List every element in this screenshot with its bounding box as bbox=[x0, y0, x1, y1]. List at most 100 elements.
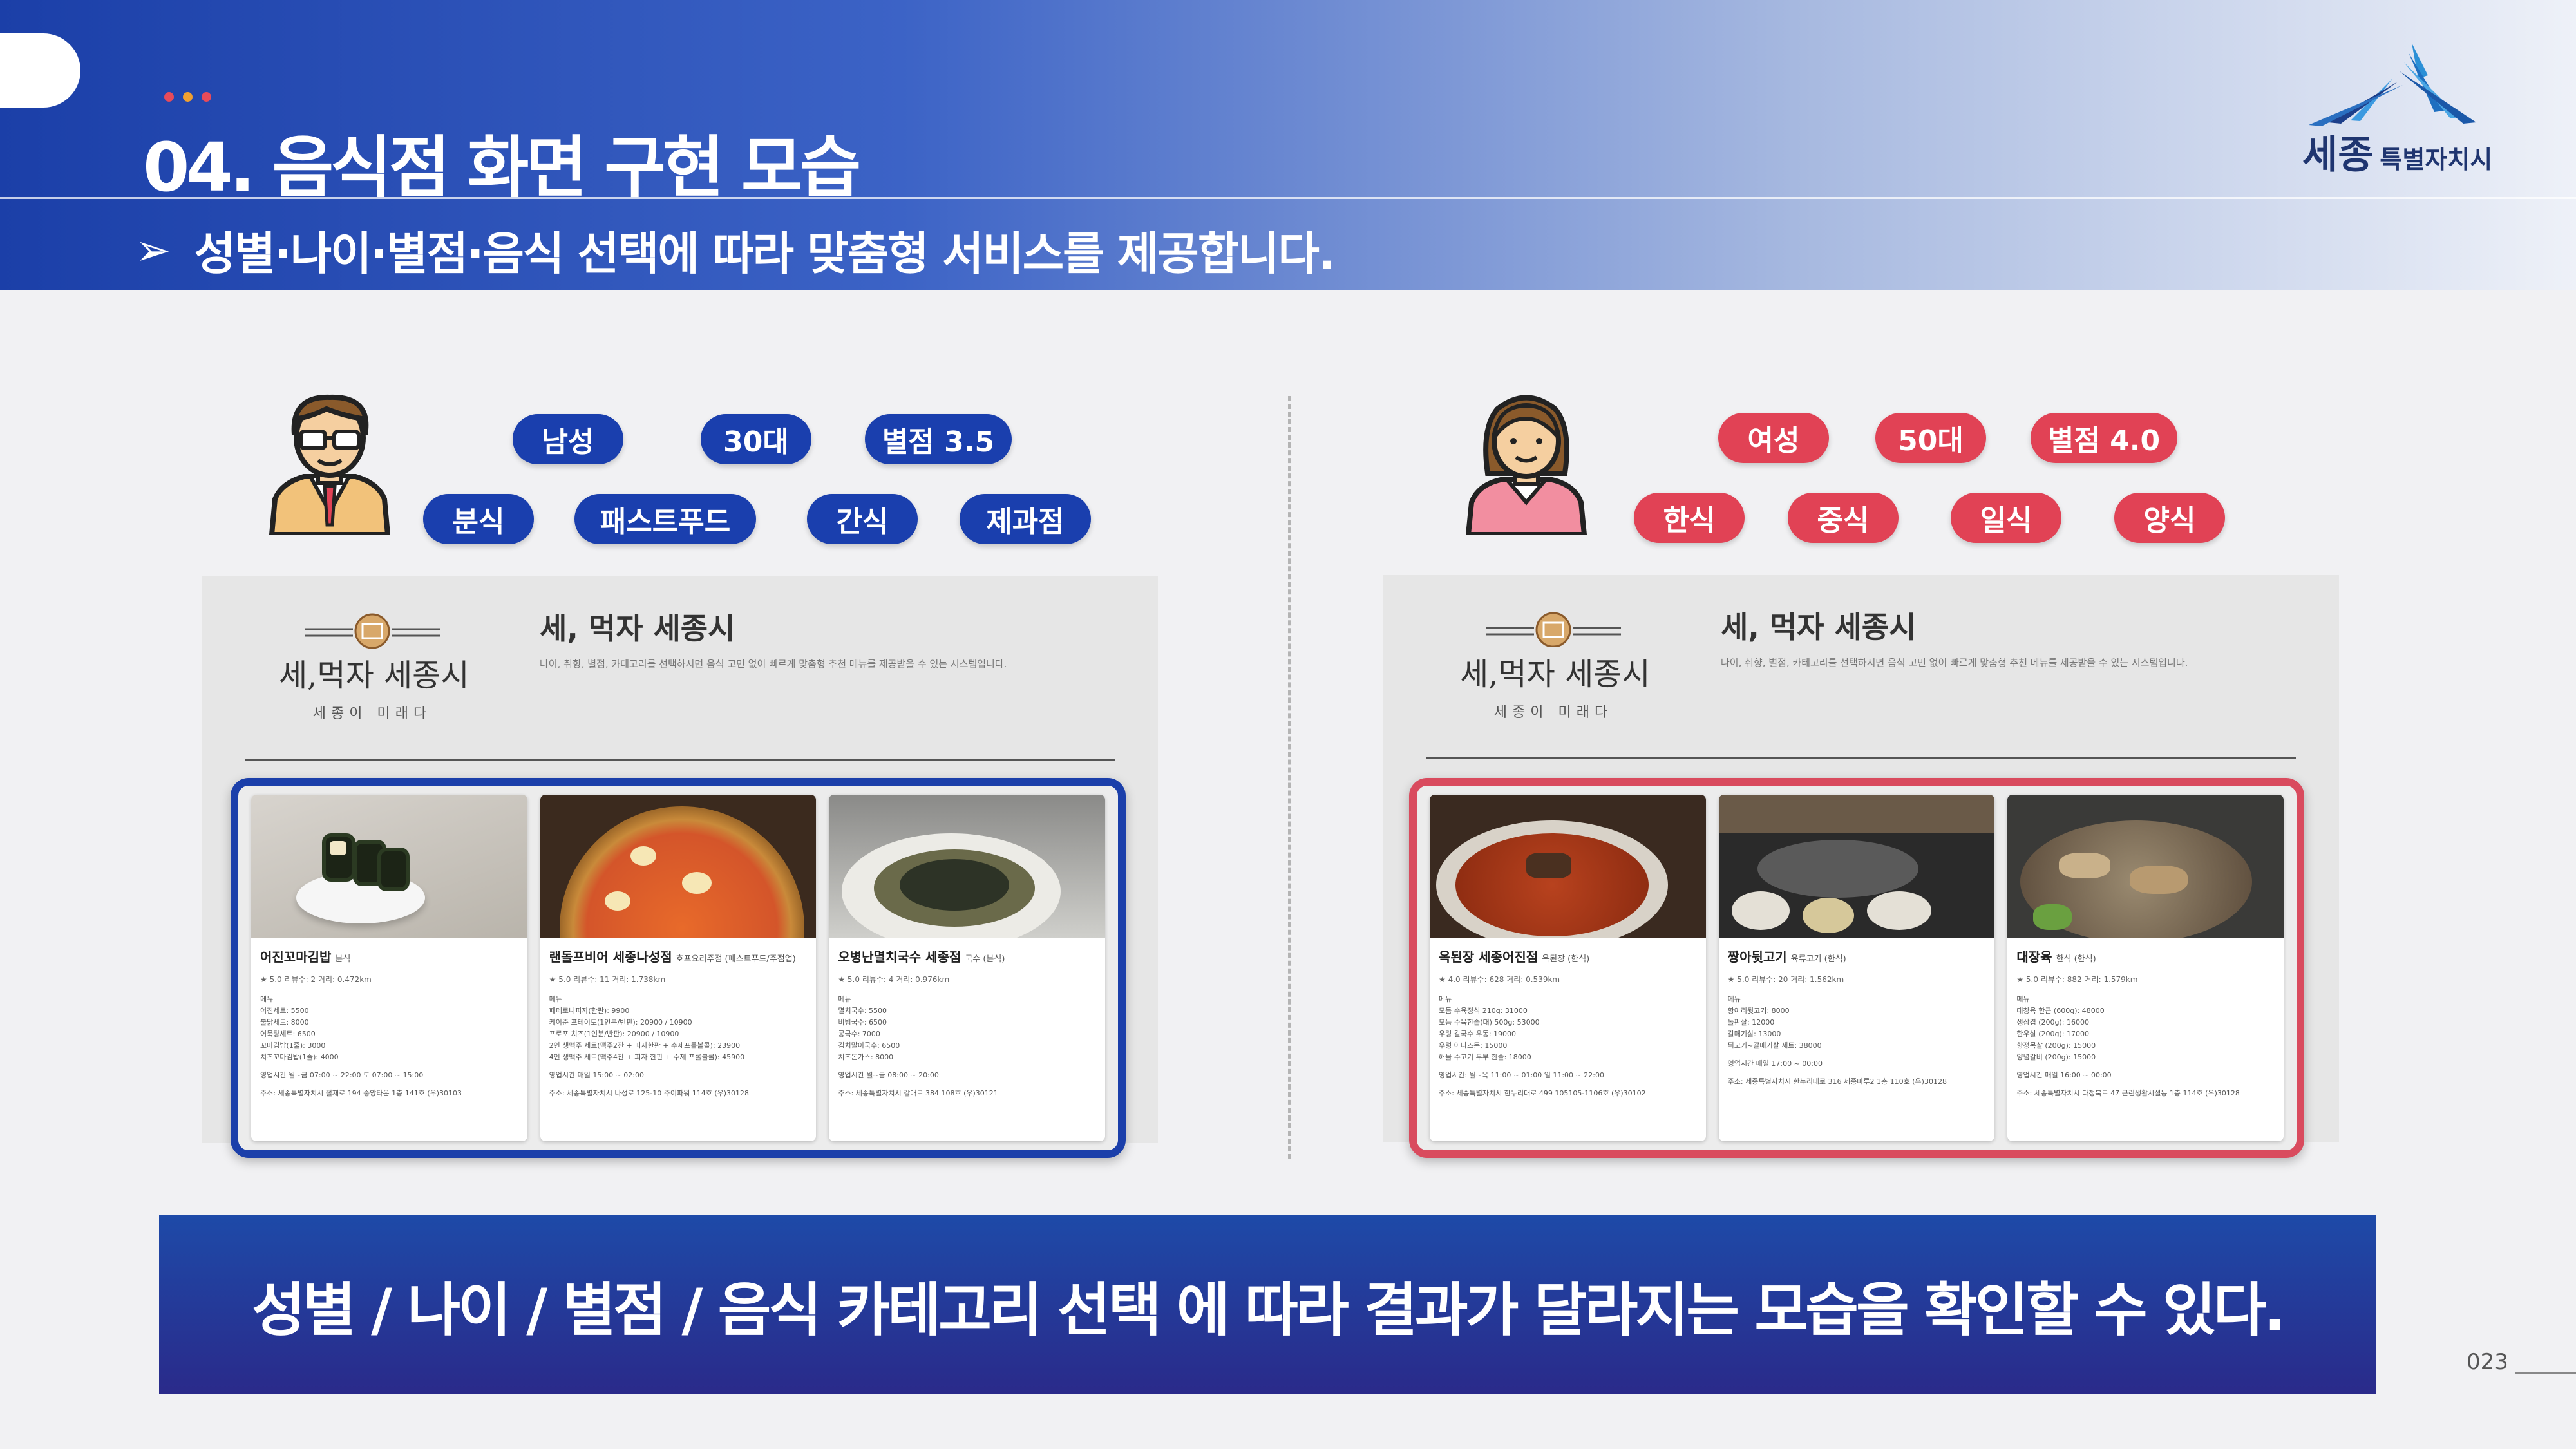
restaurant-address: 주소: 세종특별자치시 다정북로 47 근린생활시설동 1층 114호 (우)3… bbox=[2016, 1089, 2240, 1097]
logo-brand: 세종 bbox=[2302, 133, 2374, 178]
tag-category-japanese[interactable]: 일식 bbox=[1951, 493, 2061, 543]
menu-line: 페페로니피자(한판): 9900 bbox=[549, 1007, 630, 1015]
menu-line: 항아리뒷고기: 8000 bbox=[1727, 1007, 1790, 1015]
menu-line: 비빔국수: 6500 bbox=[838, 1018, 887, 1027]
menu-line: 2인 생맥주 세트(맥주2잔 + 피자한판 + 수제프롤볼콜): 23900 bbox=[549, 1041, 741, 1050]
restaurant-card[interactable]: 어진꼬마김밥 분식 ★ 5.0 리뷰수: 2 거리: 0.472km 메뉴 어진세… bbox=[251, 795, 527, 1141]
menu-line: 모듬 수육한솥(대) 500g: 53000 bbox=[1439, 1018, 1540, 1027]
app-logo-name: 세,먹자 세종시 bbox=[1460, 656, 1651, 692]
restaurant-card[interactable]: 옥된장 세종어진점 옥된장 (한식) ★ 4.0 리뷰수: 628 거리: 0.5… bbox=[1430, 795, 1706, 1141]
restaurant-card[interactable]: 짱아뒷고기 육류고기 (한식) ★ 5.0 리뷰수: 20 거리: 1.562km… bbox=[1718, 795, 1995, 1141]
app-logo-name: 세,먹자 세종시 bbox=[279, 658, 469, 694]
menu-line: 메뉴 bbox=[1439, 995, 1452, 1003]
app-title: 세, 먹자 세종시 bbox=[1721, 610, 1917, 645]
menu-line: 어묵탕세트: 6500 bbox=[260, 1030, 316, 1038]
restaurant-title: 어진꼬마김밥 bbox=[260, 949, 332, 965]
restaurant-title: 랜돌프비어 세종나성점 bbox=[549, 949, 672, 965]
food-photo-grill bbox=[2007, 795, 2284, 938]
restaurant-rating: ★ 5.0 리뷰수: 882 거리: 1.579km bbox=[2016, 975, 2138, 984]
arrow-right-icon: ➢ bbox=[135, 225, 171, 275]
menu-line: 멸치국수: 5500 bbox=[838, 1007, 887, 1015]
menu-line: 대창육 한근 (600g): 48000 bbox=[2016, 1007, 2105, 1015]
tag-category-korean[interactable]: 한식 bbox=[1634, 493, 1745, 543]
summary-text: 성별 / 나이 / 별점 / 음식 카테고리 선택 에 따라 결과가 달라지는 … bbox=[252, 1276, 2286, 1344]
restaurant-card[interactable]: 오병난멸치국수 세종점 국수 (분식) ★ 5.0 리뷰수: 4 거리: 0.97… bbox=[829, 795, 1106, 1141]
restaurant-category: 옥된장 (한식) bbox=[1542, 954, 1590, 964]
restaurant-hours: 영업시간 매일 15:00 ~ 02:00 bbox=[549, 1071, 644, 1079]
food-photo-stew bbox=[1430, 795, 1706, 938]
restaurant-rating: ★ 5.0 리뷰수: 4 거리: 0.976km bbox=[838, 975, 950, 984]
restaurant-category: 호프요리주점 (패스트푸드/주점업) bbox=[676, 954, 796, 964]
menu-line: 모듬 수육정식 210g: 31000 bbox=[1439, 1007, 1528, 1015]
menu-line: 갈매기살: 13000 bbox=[1727, 1030, 1781, 1038]
tag-age[interactable]: 30대 bbox=[701, 414, 811, 464]
corner-tab bbox=[0, 33, 80, 108]
menu-line: 한우살 (200g): 17000 bbox=[2016, 1030, 2089, 1038]
app-title: 세, 먹자 세종시 bbox=[540, 611, 735, 646]
tag-gender[interactable]: 여성 bbox=[1718, 413, 1829, 463]
tag-rating[interactable]: 별점 4.0 bbox=[2031, 413, 2177, 463]
restaurant-rating: ★ 4.0 리뷰수: 628 거리: 0.539km bbox=[1439, 975, 1560, 984]
restaurant-name: 어진꼬마김밥 분식 bbox=[260, 948, 518, 969]
app-header-rule bbox=[1426, 757, 2296, 759]
sejong-logo: 세종 특별자치시 bbox=[2289, 40, 2496, 182]
restaurant-rating: ★ 5.0 리뷰수: 20 거리: 1.562km bbox=[1727, 975, 1844, 984]
restaurant-category: 분식 bbox=[335, 954, 351, 964]
tag-category-chinese[interactable]: 중식 bbox=[1788, 493, 1899, 543]
menu-line: 메뉴 bbox=[838, 995, 851, 1003]
menu-line: 치즈돈가스: 8000 bbox=[838, 1053, 894, 1061]
restaurant-name: 옥된장 세종어진점 옥된장 (한식) bbox=[1439, 948, 1697, 969]
emblem-icon bbox=[1486, 612, 1621, 647]
app-description: 나이, 취향, 별점, 카테고리를 선택하시면 음식 고민 없이 빠르게 맞춤형… bbox=[540, 658, 1007, 670]
restaurant-hours: 영업시간 월~금 08:00 ~ 20:00 bbox=[838, 1071, 939, 1079]
restaurant-title: 대장육 bbox=[2016, 949, 2052, 965]
menu-line: 케이준 포테이토(1인분/반판): 20900 / 10900 bbox=[549, 1018, 692, 1027]
menu-line: 생삼겹 (200g): 16000 bbox=[2016, 1018, 2089, 1027]
menu-line: 불닭세트: 8000 bbox=[260, 1018, 309, 1027]
emblem-icon bbox=[305, 613, 440, 649]
tag-category-bakery[interactable]: 제과점 bbox=[960, 494, 1091, 544]
tag-category-bunsik[interactable]: 분식 bbox=[423, 494, 534, 544]
restaurant-address: 주소: 세종특별자치시 한누리대로 499 105105-1106호 (우)30… bbox=[1439, 1089, 1646, 1097]
menu-line: 메뉴 bbox=[260, 995, 274, 1003]
menu-line: 치즈꼬마김밥(1줄): 4000 bbox=[260, 1053, 339, 1061]
menu-line: 양념갈비 (200g): 15000 bbox=[2016, 1053, 2096, 1061]
dot bbox=[183, 92, 193, 102]
menu-line: 우렁 아나즈돈: 15000 bbox=[1439, 1041, 1508, 1050]
page-title: 04. 음식점 화면 구현 모습 bbox=[143, 128, 861, 207]
restaurant-card[interactable]: 랜돌프비어 세종나성점 호프요리주점 (패스트푸드/주점업) ★ 5.0 리뷰수:… bbox=[540, 795, 817, 1141]
tag-category-western[interactable]: 양식 bbox=[2114, 493, 2225, 543]
dot bbox=[164, 92, 174, 102]
restaurant-address: 주소: 세종특별자치시 나성로 125-10 주이파워 114호 (우)3012… bbox=[549, 1089, 750, 1097]
subtitle-text: 성별·나이·별점·음식 선택에 따라 맞춤형 서비스를 제공합니다. bbox=[194, 227, 1335, 280]
dot bbox=[202, 92, 211, 102]
restaurant-address: 주소: 세종특별자치시 갈매로 384 108호 (우)30121 bbox=[838, 1089, 998, 1097]
result-cards-right: 옥된장 세종어진점 옥된장 (한식) ★ 4.0 리뷰수: 628 거리: 0.5… bbox=[1409, 778, 2304, 1158]
restaurant-card[interactable]: 대장육 한식 (한식) ★ 5.0 리뷰수: 882 거리: 1.579km 메뉴… bbox=[2007, 795, 2284, 1141]
center-divider bbox=[1288, 396, 1291, 1159]
tag-category-snack[interactable]: 간식 bbox=[807, 494, 918, 544]
page-subtitle: ➢ 성별·나이·별점·음식 선택에 따라 맞춤형 서비스를 제공합니다. bbox=[135, 218, 1336, 283]
app-logo: 세,먹자 세종시 세종이 미래다 bbox=[1460, 609, 1651, 737]
app-logo-sub: 세종이 미래다 bbox=[312, 706, 432, 722]
restaurant-hours: 영업시간 매일 16:00 ~ 00:00 bbox=[2016, 1071, 2112, 1079]
result-cards-left: 어진꼬마김밥 분식 ★ 5.0 리뷰수: 2 거리: 0.472km 메뉴 어진세… bbox=[231, 778, 1126, 1158]
tag-age[interactable]: 50대 bbox=[1875, 413, 1986, 463]
menu-line: 메뉴 bbox=[549, 995, 562, 1003]
tag-category-fastfood[interactable]: 패스트푸드 bbox=[574, 494, 756, 544]
tag-gender[interactable]: 남성 bbox=[513, 414, 623, 464]
app-description: 나이, 취향, 별점, 카테고리를 선택하시면 음식 고민 없이 빠르게 맞춤형… bbox=[1721, 657, 2188, 668]
woman-avatar-icon bbox=[1465, 395, 1587, 535]
menu-line: 우렁 칼국수 우동: 19000 bbox=[1439, 1030, 1517, 1038]
menu-line: 항정목살 (200g): 15000 bbox=[2016, 1041, 2096, 1050]
sejong-mountain-icon bbox=[2309, 43, 2476, 126]
menu-line: 돌판살: 12000 bbox=[1727, 1018, 1775, 1027]
menu-line: 어진세트: 5500 bbox=[260, 1007, 309, 1015]
title-dots bbox=[164, 92, 211, 102]
tag-rating[interactable]: 별점 3.5 bbox=[865, 414, 1012, 464]
page-number-rule bbox=[2515, 1372, 2576, 1374]
food-photo-kimbap bbox=[251, 795, 527, 938]
restaurant-category: 국수 (분식) bbox=[965, 954, 1005, 964]
restaurant-name: 짱아뒷고기 육류고기 (한식) bbox=[1728, 948, 1986, 969]
food-photo-bbq bbox=[1718, 795, 1995, 938]
